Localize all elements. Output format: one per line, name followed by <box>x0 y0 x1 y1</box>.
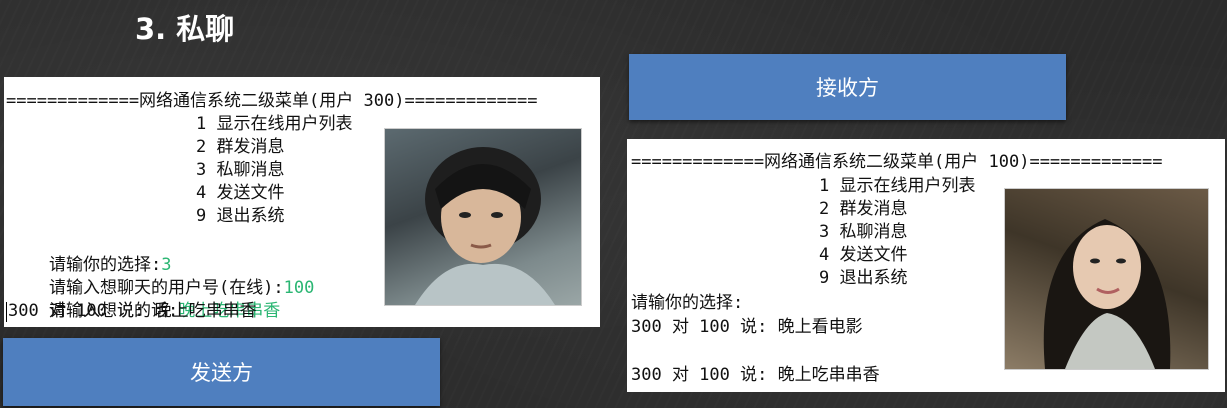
receiver-menu-item: 2 群发消息 <box>819 199 908 219</box>
sender-label: 发送方 <box>3 338 440 406</box>
sender-echo: 300 对 100 说: 晚上吃串串香 <box>8 301 257 321</box>
sender-user-value: 100 <box>283 278 315 298</box>
receiver-menu-item: 1 显示在线用户列表 <box>819 176 976 196</box>
sender-menu-item: 9 退出系统 <box>196 206 285 226</box>
sender-menu-item: 1 显示在线用户列表 <box>196 114 353 134</box>
receiver-message: 300 对 100 说: 晚上吃串串香 <box>631 365 880 385</box>
receiver-menu-item: 9 退出系统 <box>819 268 908 288</box>
slide-title: 3. 私聊 <box>135 12 235 46</box>
receiver-prompt-choice: 请输你的选择: <box>631 293 744 313</box>
sender-portrait <box>384 128 582 306</box>
receiver-portrait <box>1004 188 1209 370</box>
receiver-menu-header: =============网络通信系统二级菜单(用户 100)=========… <box>631 152 1163 172</box>
receiver-message: 300 对 100 说: 晚上看电影 <box>631 317 863 337</box>
receiver-menu-item: 3 私聊消息 <box>819 222 908 242</box>
sender-menu-item: 4 发送文件 <box>196 183 285 203</box>
text-cursor <box>6 302 7 322</box>
receiver-menu-item: 4 发送文件 <box>819 245 908 265</box>
sender-menu-item: 3 私聊消息 <box>196 160 285 180</box>
sender-menu-item: 2 群发消息 <box>196 137 285 157</box>
receiver-label: 接收方 <box>629 54 1066 120</box>
sender-menu-header: =============网络通信系统二级菜单(用户 300)=========… <box>6 91 538 111</box>
